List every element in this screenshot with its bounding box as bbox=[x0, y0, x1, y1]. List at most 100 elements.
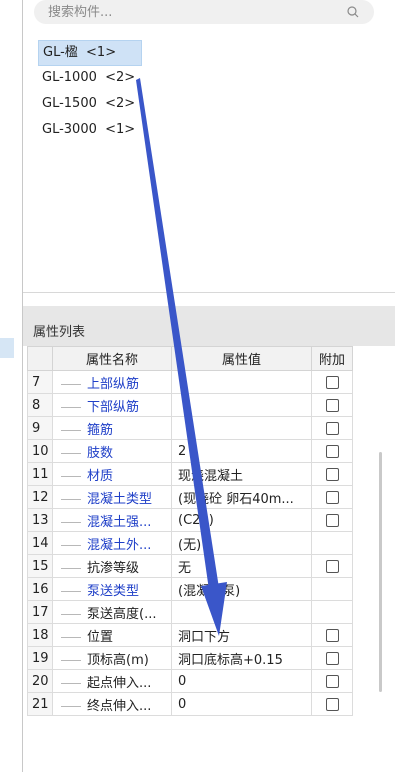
row-number: 21 bbox=[27, 692, 53, 716]
checkbox-icon[interactable] bbox=[325, 398, 339, 412]
tree-leader-line bbox=[61, 613, 81, 615]
property-value[interactable] bbox=[171, 600, 312, 624]
checkbox-icon[interactable] bbox=[325, 628, 339, 642]
property-value[interactable]: (混凝土泵) bbox=[171, 577, 312, 601]
property-name-text: 下部纵筋 bbox=[87, 399, 140, 415]
property-value[interactable]: 0 bbox=[171, 669, 312, 693]
tree-leader-line bbox=[61, 429, 81, 431]
property-extra bbox=[311, 577, 353, 601]
property-value[interactable]: 0 bbox=[171, 692, 312, 716]
property-name-text: 位置 bbox=[87, 629, 114, 645]
property-name[interactable]: 箍筋 bbox=[52, 416, 172, 440]
checkbox-icon[interactable] bbox=[325, 559, 339, 573]
property-name[interactable]: 上部纵筋 bbox=[52, 370, 172, 394]
property-value[interactable]: 无 bbox=[171, 554, 312, 578]
property-row[interactable]: 13 混凝土强... (C20) bbox=[27, 508, 387, 532]
tree-item[interactable]: GL-楹 <1> bbox=[38, 40, 142, 66]
property-value[interactable]: (无) bbox=[171, 531, 312, 555]
property-row[interactable]: 7 上部纵筋 bbox=[27, 370, 387, 394]
row-number: 20 bbox=[27, 669, 53, 693]
property-name-text: 肢数 bbox=[87, 445, 114, 461]
property-row[interactable]: 14 混凝土外... (无) bbox=[27, 531, 387, 555]
property-name[interactable]: 混凝土强... bbox=[52, 508, 172, 532]
property-name: 抗渗等级 bbox=[52, 554, 172, 578]
property-extra bbox=[311, 692, 353, 716]
properties-title: 属性列表 bbox=[23, 320, 395, 346]
panel-divider bbox=[23, 292, 395, 293]
property-name: 位置 bbox=[52, 623, 172, 647]
property-value[interactable]: (现浇砼 卵石40m... bbox=[171, 485, 312, 509]
property-row[interactable]: 21 终点伸入... 0 bbox=[27, 692, 387, 716]
property-row[interactable]: 20 起点伸入... 0 bbox=[27, 669, 387, 693]
header-scroll bbox=[352, 346, 387, 371]
component-panel: GL-楹 <1> GL-1000 <2> GL-1500 <2> GL-3000 <1… bbox=[22, 0, 395, 772]
property-name[interactable]: 混凝土外... bbox=[52, 531, 172, 555]
tree-item[interactable]: GL-1000 <2> bbox=[38, 66, 142, 92]
row-number: 19 bbox=[27, 646, 53, 670]
property-value[interactable] bbox=[171, 416, 312, 440]
checkbox-icon[interactable] bbox=[325, 513, 339, 527]
property-name-text: 抗渗等级 bbox=[87, 560, 140, 576]
property-extra bbox=[311, 554, 353, 578]
checkbox-icon[interactable] bbox=[325, 421, 339, 435]
property-extra bbox=[311, 370, 353, 394]
search-input[interactable] bbox=[48, 3, 328, 21]
panel-splitter[interactable] bbox=[23, 306, 395, 320]
property-value[interactable]: 现浇混凝土 bbox=[171, 462, 312, 486]
tree-leader-line bbox=[61, 544, 81, 546]
tree-item-label: GL-楹 <1> bbox=[43, 45, 117, 60]
property-row[interactable]: 16 泵送类型 (混凝土泵) bbox=[27, 577, 387, 601]
property-value[interactable]: 洞口底标高+0.15 bbox=[171, 646, 312, 670]
tree-item[interactable]: GL-3000 <1> bbox=[38, 118, 142, 144]
property-name[interactable]: 材质 bbox=[52, 462, 172, 486]
property-row[interactable]: 17 泵送高度(... bbox=[27, 600, 387, 624]
header-extra: 附加 bbox=[311, 346, 353, 371]
property-row[interactable]: 15 抗渗等级 无 bbox=[27, 554, 387, 578]
row-number: 12 bbox=[27, 485, 53, 509]
left-panel-tab[interactable] bbox=[0, 338, 14, 358]
checkbox-icon[interactable] bbox=[325, 674, 339, 688]
property-row[interactable]: 11 材质 现浇混凝土 bbox=[27, 462, 387, 486]
property-row[interactable]: 18 位置 洞口下方 bbox=[27, 623, 387, 647]
property-row[interactable]: 8 下部纵筋 bbox=[27, 393, 387, 417]
scroll-gutter bbox=[353, 394, 387, 417]
row-number: 14 bbox=[27, 531, 53, 555]
property-value[interactable]: (C20) bbox=[171, 508, 312, 532]
property-value[interactable] bbox=[171, 393, 312, 417]
property-row[interactable]: 19 顶标高(m) 洞口底标高+0.15 bbox=[27, 646, 387, 670]
properties-scrollbar[interactable] bbox=[379, 452, 382, 692]
property-value[interactable]: 洞口下方 bbox=[171, 623, 312, 647]
search-box bbox=[34, 0, 374, 24]
property-value[interactable]: 2 bbox=[171, 439, 312, 463]
property-name-text: 箍筋 bbox=[87, 422, 114, 438]
checkbox-icon[interactable] bbox=[325, 467, 339, 481]
header-value: 属性值 bbox=[171, 346, 312, 371]
properties-table: 属性名称 属性值 附加 7 上部纵筋 8 下部纵筋 9 箍筋 10 肢数 2 11 材质 现浇混凝土 1… bbox=[27, 346, 387, 716]
property-extra bbox=[311, 462, 353, 486]
checkbox-icon[interactable] bbox=[325, 490, 339, 504]
search-icon[interactable] bbox=[346, 5, 360, 19]
tree-item[interactable]: GL-1500 <2> bbox=[38, 92, 142, 118]
property-row[interactable]: 12 混凝土类型 (现浇砼 卵石40m... bbox=[27, 485, 387, 509]
property-name[interactable]: 肢数 bbox=[52, 439, 172, 463]
property-row[interactable]: 9 箍筋 bbox=[27, 416, 387, 440]
property-name[interactable]: 混凝土类型 bbox=[52, 485, 172, 509]
checkbox-icon[interactable] bbox=[325, 651, 339, 665]
tree-leader-line bbox=[61, 659, 81, 661]
component-tree: GL-楹 <1> GL-1000 <2> GL-1500 <2> GL-3000 <1… bbox=[38, 40, 338, 144]
header-num bbox=[27, 346, 53, 371]
property-name[interactable]: 泵送类型 bbox=[52, 577, 172, 601]
property-value[interactable] bbox=[171, 370, 312, 394]
property-extra bbox=[311, 416, 353, 440]
checkbox-icon[interactable] bbox=[325, 375, 339, 389]
property-name[interactable]: 下部纵筋 bbox=[52, 393, 172, 417]
property-name-text: 泵送类型 bbox=[87, 583, 140, 599]
checkbox-icon[interactable] bbox=[325, 444, 339, 458]
row-number: 7 bbox=[27, 370, 53, 394]
property-name-text: 顶标高(m) bbox=[87, 652, 149, 668]
page: GL-楹 <1> GL-1000 <2> GL-1500 <2> GL-3000 <1… bbox=[0, 0, 395, 772]
row-number: 15 bbox=[27, 554, 53, 578]
tree-leader-line bbox=[61, 567, 81, 569]
checkbox-icon[interactable] bbox=[325, 697, 339, 711]
property-row[interactable]: 10 肢数 2 bbox=[27, 439, 387, 463]
